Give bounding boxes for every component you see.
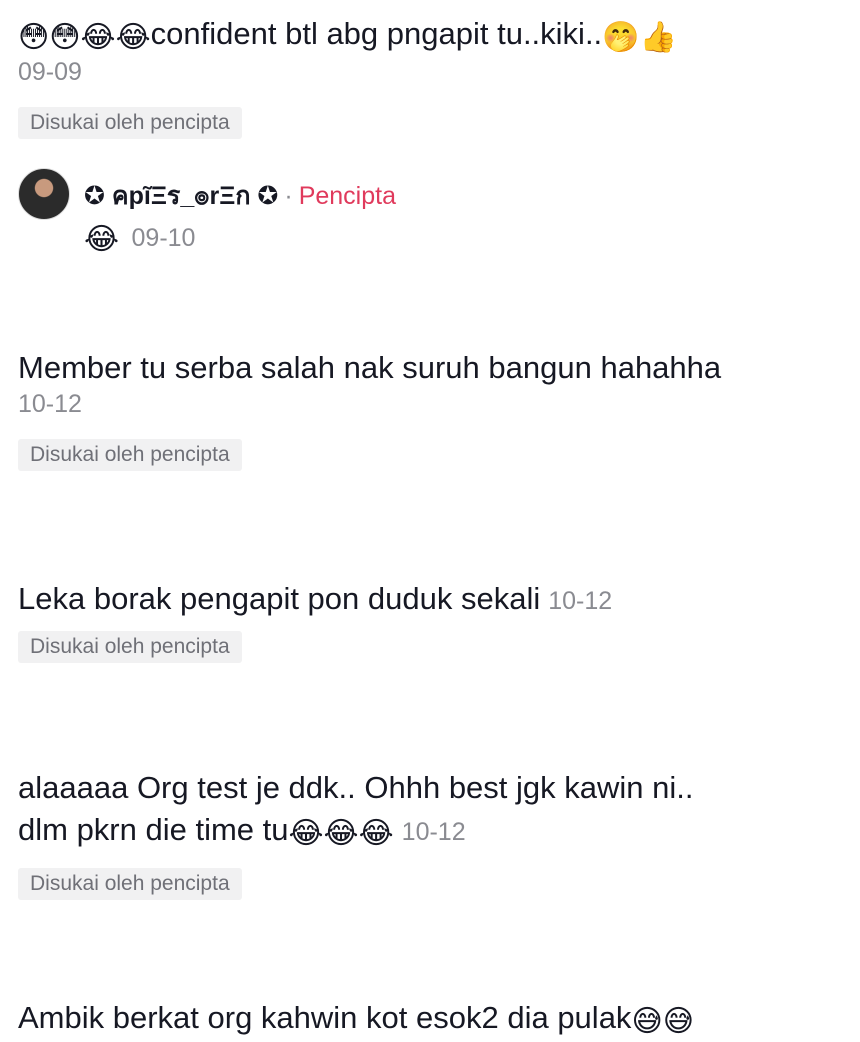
comment-item: Leka borak pengapit pon duduk sekali 10-1… — [18, 579, 612, 663]
liked-by-creator-badge: Disukai oleh pencipta — [18, 439, 242, 471]
comment-emoji: 😅😅 — [631, 1004, 694, 1039]
comment-body: dlm pkrn die time tu — [18, 812, 289, 847]
comment-item: alaaaaa Org test je ddk.. Ohhh best jgk … — [18, 768, 694, 900]
comment-date: 09-09 — [18, 58, 82, 86]
reply-username[interactable]: ✪ คpĩΞร_๏rΞก ✪ — [84, 182, 278, 210]
comment-text: Member tu serba salah nak suruh bangun h… — [18, 350, 722, 385]
comment-text-line-2: dlm pkrn die time tu😂😂😂 10-12 — [18, 810, 694, 852]
comment-date: 10-12 — [401, 818, 466, 846]
reply-emoji: 😂 — [84, 222, 120, 257]
comment-body: Leka borak pengapit pon duduk sekali — [18, 581, 541, 616]
comment-body: Ambik berkat org kahwin kot esok2 dia pu… — [18, 1000, 632, 1035]
comment-emoji: 🤭👍 — [602, 20, 677, 55]
comment-text-line-1: alaaaaa Org test je ddk.. Ohhh best jgk … — [18, 770, 694, 805]
reply-date: 09-10 — [131, 224, 196, 252]
liked-by-creator-badge: Disukai oleh pencipta — [18, 631, 242, 663]
reply-content: 😂 09-10 — [84, 224, 195, 255]
separator-dot: · — [284, 182, 293, 210]
comment-body: confident btl abg pngapit tu..kiki.. — [150, 16, 603, 51]
comment-date: 10-12 — [18, 390, 82, 418]
creator-label: Pencipta — [298, 182, 396, 210]
reply-item: ✪ คpĩΞร_๏rΞก ✪ · Pencipta 😂 09-10 — [18, 168, 818, 268]
comment-item: Member tu serba salah nak suruh bangun h… — [18, 348, 721, 471]
comment-text: 😳😳😂😂confident btl abg pngapit tu..kiki..… — [18, 14, 677, 54]
comment-text: Ambik berkat org kahwin kot esok2 dia pu… — [18, 998, 694, 1038]
comment-item: Ambik berkat org kahwin kot esok2 dia pu… — [18, 998, 694, 1038]
liked-by-creator-badge: Disukai oleh pencipta — [18, 107, 242, 139]
comment-item: 😳😳😂😂confident btl abg pngapit tu..kiki..… — [18, 14, 677, 139]
comment-text: Leka borak pengapit pon duduk sekali 10-1… — [18, 579, 612, 621]
liked-by-creator-badge: Disukai oleh pencipta — [18, 868, 242, 900]
reply-header: ✪ คpĩΞร_๏rΞก ✪ · Pencipta — [84, 176, 396, 216]
avatar[interactable] — [18, 168, 70, 220]
comment-date: 10-12 — [548, 587, 613, 615]
comment-emoji: 😳😳😂😂 — [18, 20, 151, 55]
comment-emoji: 😂😂😂 — [288, 816, 394, 851]
